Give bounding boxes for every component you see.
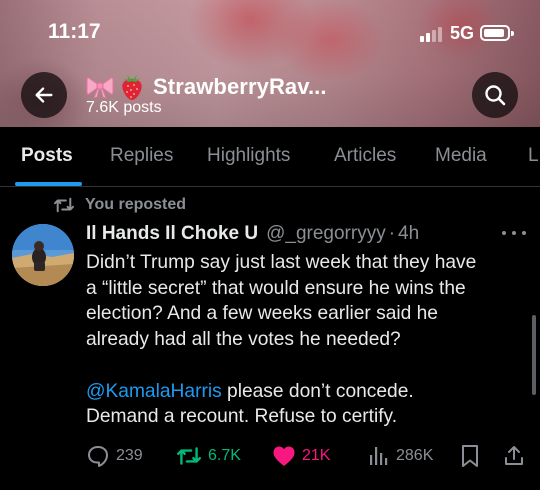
signal-strength-icon xyxy=(420,26,442,42)
post-text-line: already had all the votes he needed? xyxy=(86,329,401,351)
more-options-icon[interactable] xyxy=(502,226,526,240)
back-button[interactable] xyxy=(21,72,67,118)
tab-media[interactable]: Media xyxy=(435,145,487,167)
repost-icon xyxy=(54,197,74,213)
post-text-line: Demand a recount. Refuse to certify. xyxy=(86,406,398,428)
tab-replies[interactable]: Replies xyxy=(110,145,173,167)
status-time: 11:17 xyxy=(48,20,101,43)
post-text-line: a “little secret” that would ensure he w… xyxy=(86,277,466,299)
tab-likes[interactable]: L xyxy=(528,145,539,167)
like-count: 21K xyxy=(302,447,331,464)
repost-icon xyxy=(176,447,202,465)
status-bar: 11:17 5G xyxy=(0,0,540,64)
avatar[interactable] xyxy=(12,224,74,286)
share-button[interactable] xyxy=(503,442,525,470)
tab-posts[interactable]: Posts xyxy=(21,145,73,167)
bar-chart-icon xyxy=(370,447,388,465)
profile-name: StrawberryRav... xyxy=(153,74,327,99)
post-text-line: @KamalaHarris please don’t concede. xyxy=(86,379,531,405)
reply-button[interactable]: 239 xyxy=(86,442,143,470)
search-button[interactable] xyxy=(472,72,518,118)
tab-highlights[interactable]: Highlights xyxy=(207,145,290,167)
post-text-line: Didn’t Trump say just last week that the… xyxy=(86,252,477,273)
post-text-line: election? And a few weeks earlier said h… xyxy=(86,303,438,325)
heart-icon xyxy=(273,446,295,466)
post-time[interactable]: 4h xyxy=(398,223,419,245)
post-count: 7.6K posts xyxy=(86,99,162,116)
like-button[interactable]: 21K xyxy=(272,442,330,470)
post-text: Didn’t Trump say just last week that the… xyxy=(86,250,531,430)
network-type: 5G xyxy=(450,23,475,43)
repost-count: 6.7K xyxy=(208,447,241,464)
battery-icon xyxy=(480,25,514,41)
reply-icon xyxy=(88,446,108,467)
post-actions: 239 6.7K 21K 286K xyxy=(0,442,540,470)
view-count: 286K xyxy=(396,447,434,464)
post-author-row: Il Hands Il Choke U @_gregorryyy · 4h xyxy=(86,222,419,246)
active-tab-indicator xyxy=(15,182,82,186)
bookmark-icon xyxy=(462,445,478,467)
author-name[interactable]: Il Hands Il Choke U xyxy=(86,223,258,245)
tab-articles[interactable]: Articles xyxy=(334,145,396,167)
arrow-left-icon xyxy=(35,87,53,103)
mention-link[interactable]: @KamalaHarris xyxy=(86,381,222,402)
bookmark-button[interactable] xyxy=(460,442,480,470)
profile-tabs: Posts Replies Highlights Articles Media … xyxy=(0,127,540,187)
search-icon xyxy=(485,85,506,106)
repost-context: You reposted xyxy=(53,194,186,216)
views-button[interactable]: 286K xyxy=(368,442,433,470)
meta-separator: · xyxy=(388,223,396,244)
profile-name-row: StrawberryRav... xyxy=(85,72,327,102)
post-text-fragment: please don’t concede. xyxy=(221,380,414,402)
repost-label: You reposted xyxy=(85,196,187,213)
scrollbar[interactable] xyxy=(532,315,536,395)
repost-button[interactable]: 6.7K xyxy=(176,442,241,470)
share-icon xyxy=(505,446,523,465)
avatar-photo xyxy=(12,224,74,286)
reply-count: 239 xyxy=(116,447,143,464)
bow-icon xyxy=(85,73,115,101)
author-handle[interactable]: @_gregorryyy xyxy=(266,223,386,245)
strawberry-icon xyxy=(117,73,147,101)
